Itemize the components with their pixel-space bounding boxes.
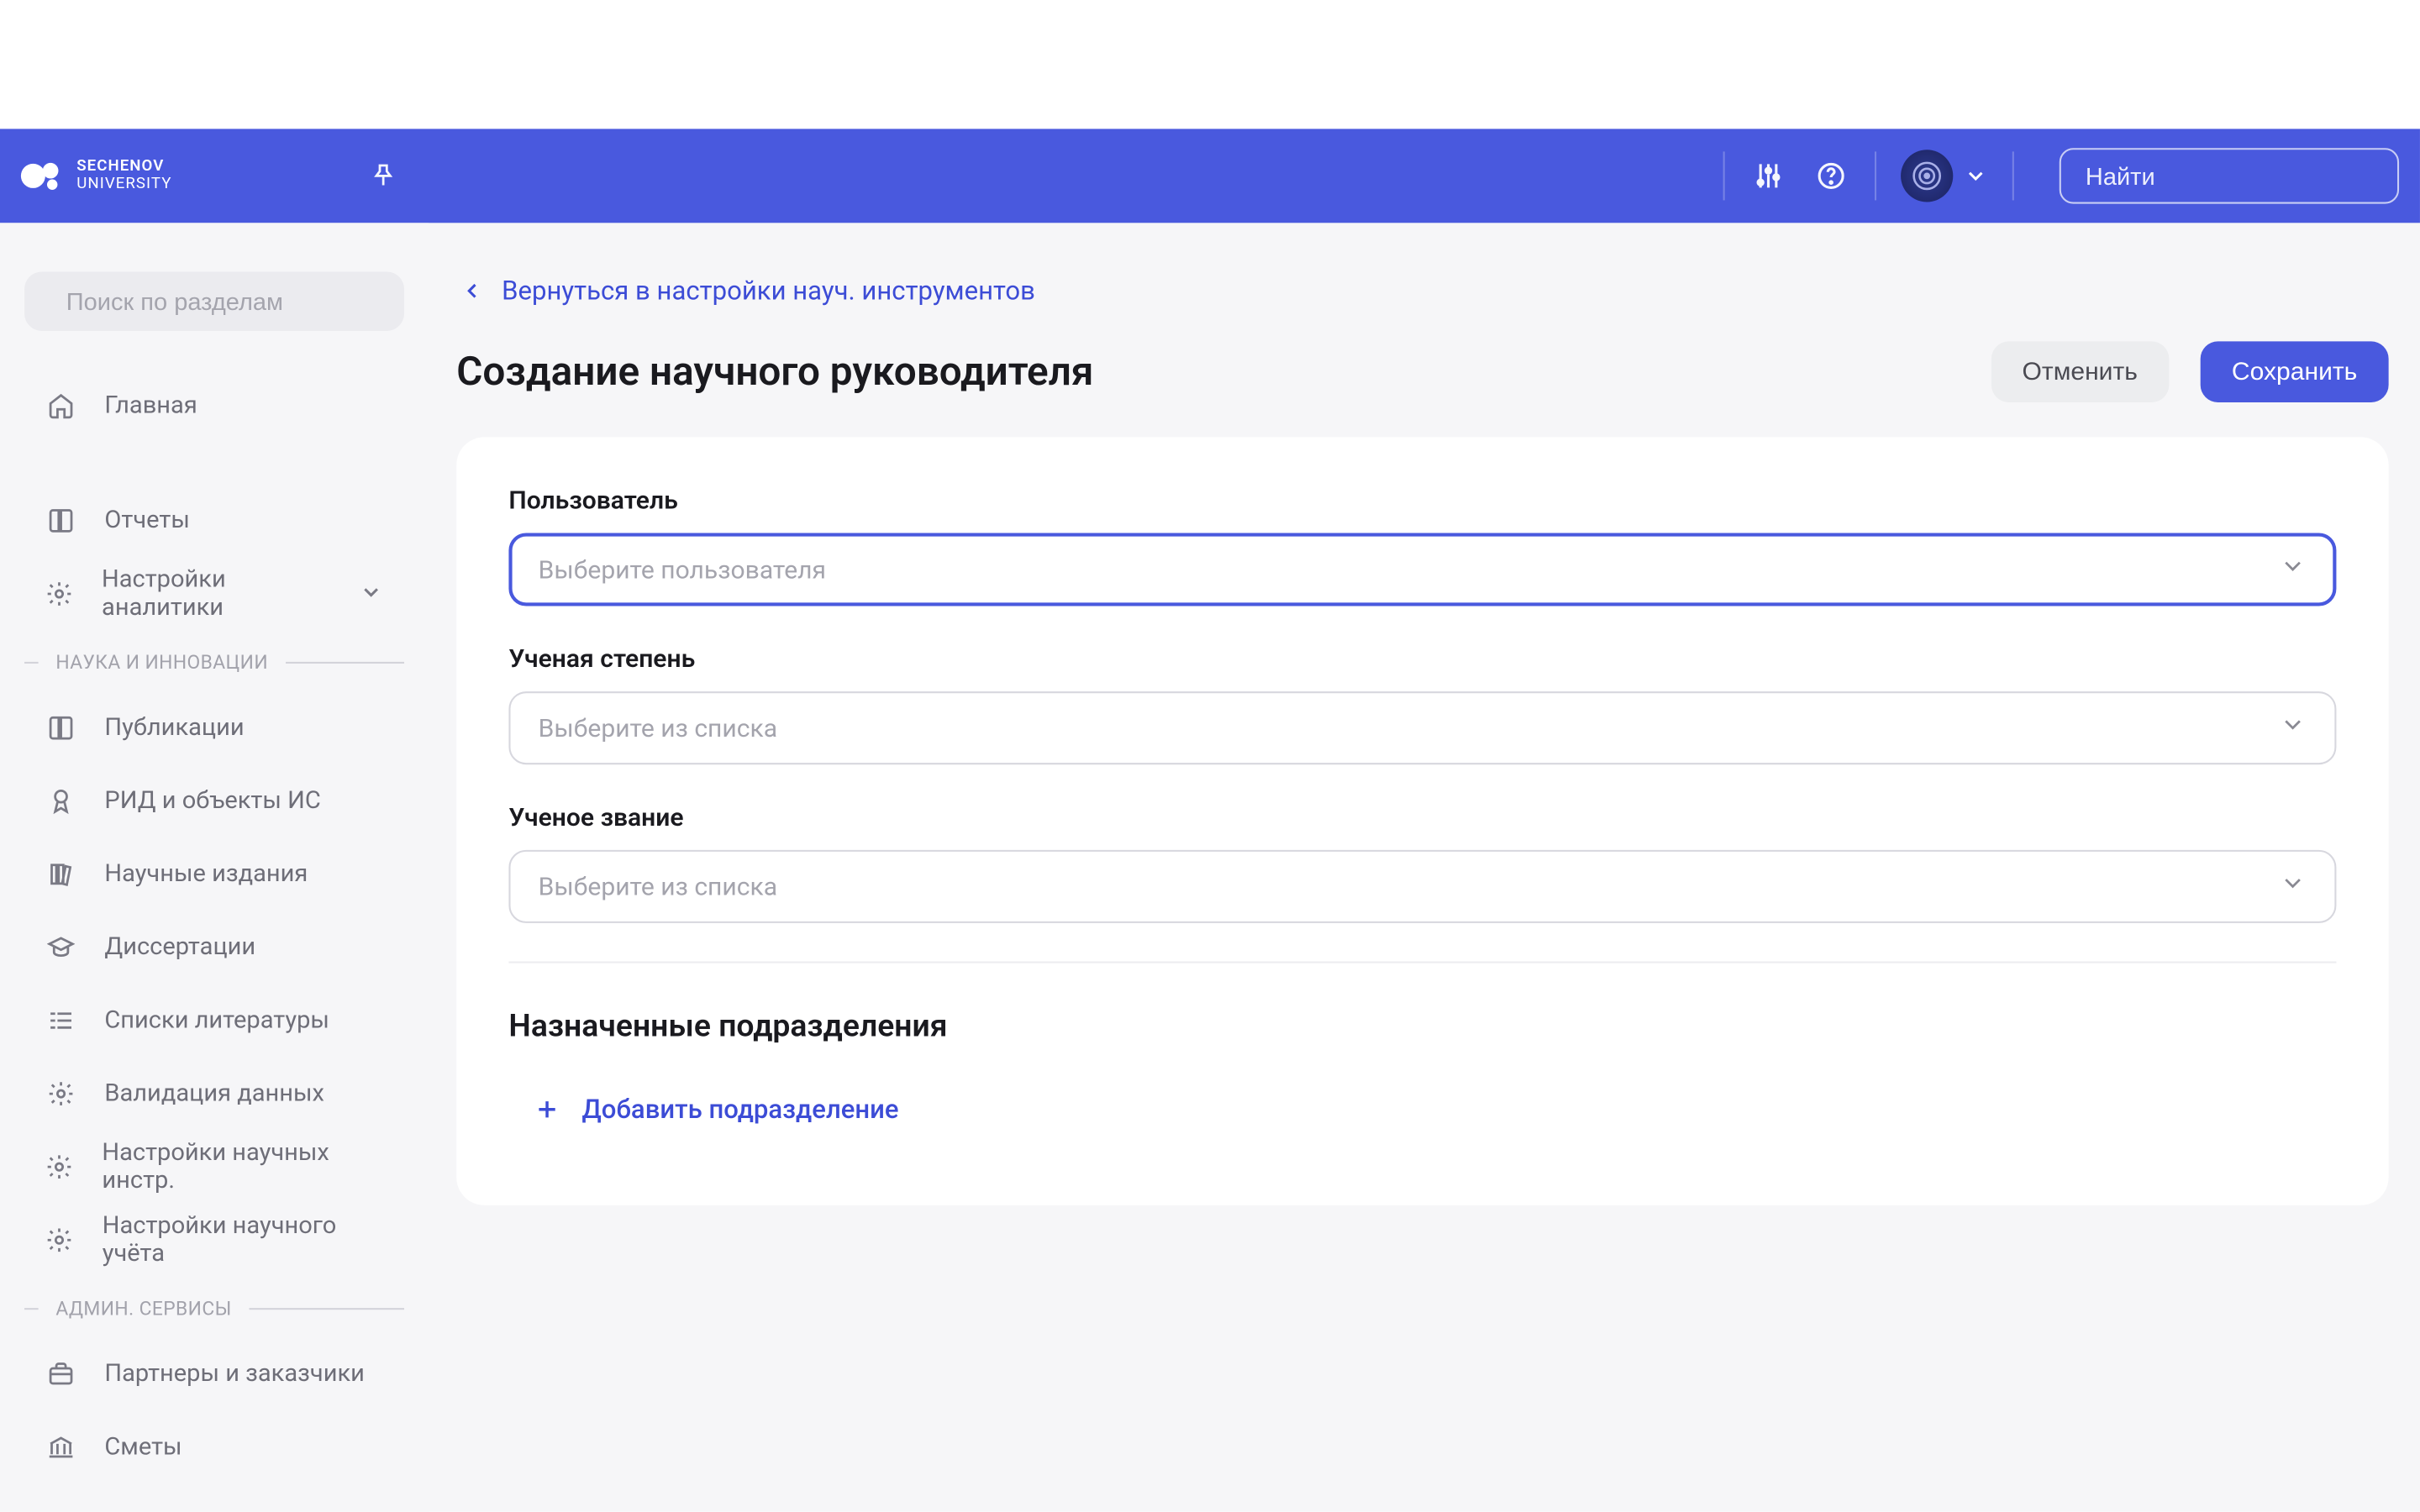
add-subdivision-button[interactable]: Добавить подразделение <box>508 1084 923 1136</box>
user-select[interactable]: Выберите пользователя <box>508 533 2336 606</box>
sidebar-search[interactable] <box>24 271 404 330</box>
settings-sliders-icon[interactable] <box>1749 157 1788 196</box>
chevron-left-icon <box>460 279 484 303</box>
sidebar-item-dissertations[interactable]: Диссертации <box>24 911 404 984</box>
user-select-placeholder: Выберите пользователя <box>539 554 2279 584</box>
gear-icon <box>45 1226 75 1254</box>
gear-icon <box>45 580 74 607</box>
degree-select-placeholder: Выберите из списка <box>539 713 2279 743</box>
list-icon <box>45 1006 76 1034</box>
sidebar-item-label: Валидация данных <box>104 1080 324 1108</box>
sidebar-item-analytics-settings[interactable]: Настройки аналитики <box>24 557 404 630</box>
chevron-down-icon <box>1964 164 1988 188</box>
home-icon <box>45 392 76 420</box>
sidebar-item-label: Настройки научного учёта <box>103 1212 383 1268</box>
sidebar-item-partners[interactable]: Партнеры и заказчики <box>24 1337 404 1410</box>
sidebar-item-label: Сметы <box>104 1433 182 1461</box>
pin-icon[interactable] <box>364 157 402 196</box>
subdivisions-title: Назначенные подразделения <box>508 1008 2336 1045</box>
chevron-down-icon <box>2279 869 2307 904</box>
sidebar-search-input[interactable] <box>66 287 381 315</box>
sidebar-item-label: Настройки аналитики <box>102 566 331 622</box>
back-link[interactable]: Вернуться в настройки науч. инструментов <box>460 276 1035 307</box>
sidebar-item-journals[interactable]: Научные издания <box>24 837 404 911</box>
back-link-label: Вернуться в настройки науч. инструментов <box>502 276 1035 307</box>
sidebar-item-home[interactable]: Главная <box>24 370 404 443</box>
gear-icon <box>45 1153 74 1181</box>
sidebar-item-label: Научные издания <box>104 860 308 888</box>
chevron-down-icon <box>2279 711 2307 745</box>
sidebar-item-reports[interactable]: Отчеты <box>24 484 404 557</box>
save-button[interactable]: Сохранить <box>2201 341 2389 402</box>
chevron-down-icon <box>359 577 383 610</box>
award-icon <box>45 787 76 815</box>
sidebar-item-estimates[interactable]: Сметы <box>24 1410 404 1483</box>
sidebar-item-label: Главная <box>104 392 197 420</box>
main: Вернуться в настройки науч. инструментов… <box>429 223 2420 1511</box>
plus-icon <box>533 1095 560 1123</box>
acad-title-select[interactable]: Выберите из списка <box>508 850 2336 923</box>
add-subdivision-label: Добавить подразделение <box>582 1094 899 1125</box>
sidebar-item-label: Настройки научных инстр. <box>102 1139 383 1194</box>
logo[interactable]: SECHENOVUNIVERSITY <box>18 151 172 200</box>
cancel-button[interactable]: Отменить <box>1991 341 2169 402</box>
header-search[interactable] <box>2060 148 2399 203</box>
sidebar-item-label: Диссертации <box>104 933 255 961</box>
degree-select[interactable]: Выберите из списка <box>508 691 2336 764</box>
sidebar-item-label: РИД и объекты ИС <box>104 787 320 815</box>
title-field-label: Ученое звание <box>508 803 2336 832</box>
avatar <box>1901 150 1953 202</box>
page-title: Создание научного руководителя <box>456 349 1093 396</box>
form-card: Пользователь Выберите пользователя Учена… <box>456 437 2388 1205</box>
sidebar-item-validation[interactable]: Валидация данных <box>24 1058 404 1131</box>
sidebar: Главная Отчеты Настройки аналитики НАУКА… <box>0 223 429 1511</box>
sidebar-item-label: Отчеты <box>104 507 189 534</box>
degree-field-label: Ученая степень <box>508 644 2336 674</box>
gear-icon <box>45 1080 76 1108</box>
sidebar-item-sci-instr-settings[interactable]: Настройки научных инстр. <box>24 1131 404 1204</box>
bank-icon <box>45 1433 76 1461</box>
sidebar-item-sci-accounting[interactable]: Настройки научного учёта <box>24 1204 404 1277</box>
sidebar-item-publications[interactable]: Публикации <box>24 691 404 764</box>
sidebar-item-references[interactable]: Списки литературы <box>24 984 404 1057</box>
book-icon <box>45 507 76 534</box>
app-header: SECHENOVUNIVERSITY <box>0 129 2420 223</box>
avatar-menu[interactable] <box>1901 150 1988 202</box>
sidebar-item-label: Партнеры и заказчики <box>104 1360 364 1388</box>
sidebar-section-science: НАУКА И ИННОВАЦИИ <box>24 631 404 692</box>
help-icon[interactable] <box>1812 157 1850 196</box>
logo-text: SECHENOVUNIVERSITY <box>76 159 171 193</box>
header-search-input[interactable] <box>2086 162 2401 190</box>
chevron-down-icon <box>2279 552 2307 586</box>
sidebar-item-label: Списки литературы <box>104 1006 329 1034</box>
book-icon <box>45 714 76 742</box>
logo-icon <box>18 151 66 200</box>
sidebar-item-rid[interactable]: РИД и объекты ИС <box>24 764 404 837</box>
user-field-label: Пользователь <box>508 486 2336 515</box>
briefcase-icon <box>45 1360 76 1388</box>
acad-title-select-placeholder: Выберите из списка <box>539 872 2279 901</box>
graduation-icon <box>45 933 76 961</box>
sidebar-item-label: Публикации <box>104 714 244 742</box>
library-icon <box>45 860 76 888</box>
sidebar-section-admin: АДМИН. СЕРВИСЫ <box>24 1277 404 1338</box>
